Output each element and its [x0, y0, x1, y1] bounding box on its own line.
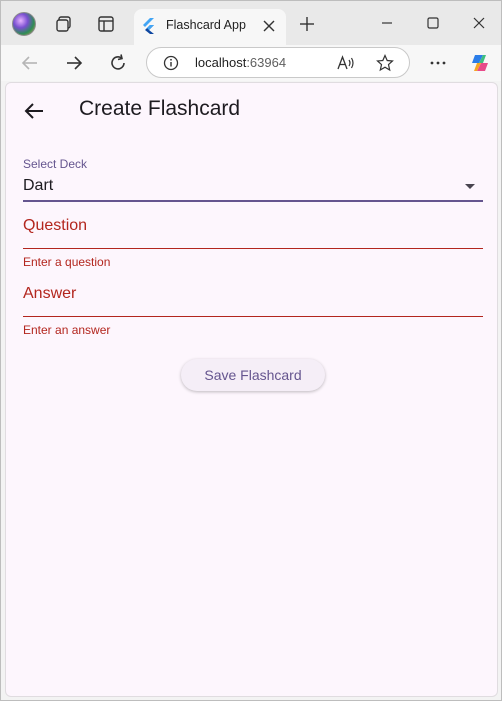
- back-icon[interactable]: [20, 53, 40, 73]
- site-info-icon[interactable]: [163, 55, 179, 71]
- maximize-icon[interactable]: [423, 13, 443, 33]
- deck-select[interactable]: Dart: [23, 177, 53, 195]
- app-page: Create Flashcard Select Deck Dart Questi…: [5, 82, 498, 697]
- answer-underline: [23, 316, 483, 317]
- workspaces-icon[interactable]: [55, 15, 73, 33]
- read-aloud-icon[interactable]: [337, 55, 355, 71]
- question-underline: [23, 248, 483, 249]
- tab-strip: Flashcard App: [1, 1, 501, 45]
- answer-field[interactable]: Answer: [23, 285, 76, 303]
- dropdown-arrow-icon[interactable]: [464, 183, 476, 191]
- tab-title: Flashcard App: [166, 18, 246, 32]
- close-window-icon[interactable]: [469, 13, 489, 33]
- back-arrow-icon[interactable]: [23, 100, 45, 122]
- browser-window: Flashcard App localhost:63964 Create Fla…: [0, 0, 502, 701]
- deck-select-label: Select Deck: [23, 157, 88, 171]
- url-text: localhost:63964: [195, 55, 286, 70]
- deck-select-underline: [23, 200, 483, 202]
- tab-actions-icon[interactable]: [97, 15, 115, 33]
- navigation-bar: localhost:63964: [1, 45, 501, 81]
- address-bar[interactable]: localhost:63964: [146, 47, 410, 78]
- url-host: localhost: [195, 55, 247, 70]
- forward-icon[interactable]: [64, 53, 84, 73]
- tab-flashcard-app[interactable]: Flashcard App: [134, 9, 286, 45]
- refresh-icon[interactable]: [108, 53, 128, 73]
- profile-avatar[interactable]: [12, 12, 36, 36]
- new-tab-icon[interactable]: [298, 15, 316, 33]
- flutter-icon: [143, 18, 154, 34]
- answer-error: Enter an answer: [23, 323, 111, 337]
- copilot-icon[interactable]: [469, 52, 491, 74]
- url-port: :63964: [246, 55, 287, 70]
- more-menu-icon[interactable]: [428, 53, 448, 73]
- close-tab-icon[interactable]: [262, 19, 276, 33]
- page-title: Create Flashcard: [79, 97, 241, 120]
- save-flashcard-button[interactable]: Save Flashcard: [181, 359, 325, 391]
- favorite-star-icon[interactable]: [376, 54, 394, 72]
- question-field[interactable]: Question: [23, 217, 87, 235]
- minimize-icon[interactable]: [377, 13, 397, 33]
- question-error: Enter a question: [23, 255, 111, 269]
